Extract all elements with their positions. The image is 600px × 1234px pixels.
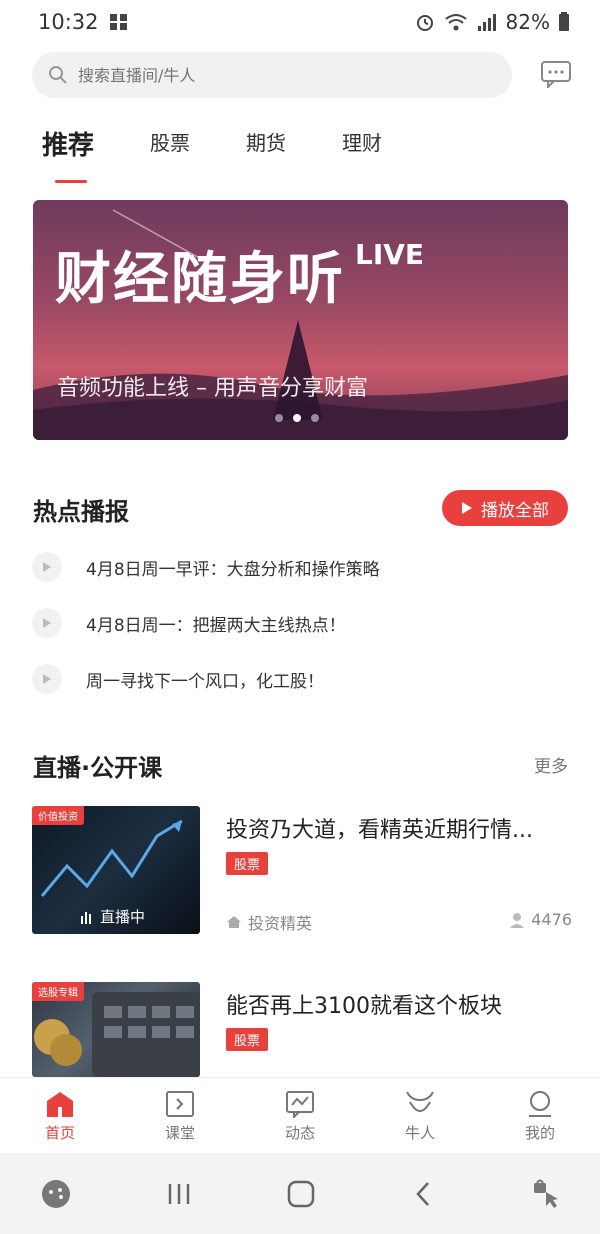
tab-futures[interactable]: 期货 (246, 127, 286, 156)
touch-lock-icon (534, 1179, 558, 1208)
banner-pagination (275, 414, 319, 422)
author-name: 投资精英 (248, 914, 313, 933)
live-section-title: 直播·公开课 (33, 754, 163, 782)
accessibility-button[interactable] (516, 1172, 576, 1216)
search-row (32, 50, 572, 100)
nav-label: 动态 (284, 1123, 315, 1142)
live-bars-icon (81, 911, 91, 924)
play-icon (43, 674, 51, 684)
thumbnail-tag: 价值投资 (32, 806, 84, 825)
news-play-button[interactable] (32, 608, 62, 638)
nav-feed[interactable]: 动态 (250, 1090, 350, 1143)
notification-icon (109, 14, 127, 30)
back-button[interactable] (394, 1172, 454, 1216)
banner-title: 财经随身听 (55, 247, 345, 312)
course-title: 能否再上3100就看这个板块 (226, 994, 502, 1019)
news-text: 4月8日周一早评：大盘分析和操作策略 (86, 559, 380, 580)
wifi-icon (444, 14, 467, 31)
more-link[interactable]: 更多 (534, 752, 568, 777)
nav-label: 我的 (524, 1123, 555, 1142)
course-thumbnail[interactable]: 价值投资 直播中 (32, 806, 200, 934)
news-text: 4月8日周一：把握两大主线热点！ (86, 615, 346, 636)
thumbnail-tag: 选股专辑 (32, 982, 84, 1001)
viewer-count: 4476 (531, 910, 572, 929)
nav-label: 首页 (44, 1123, 75, 1142)
news-item[interactable]: 周一寻找下一个风口，化工股！ (32, 664, 324, 694)
banner-dot (275, 414, 283, 422)
nav-profile[interactable]: 我的 (490, 1090, 590, 1143)
profile-icon (529, 1090, 551, 1117)
home-square-icon (287, 1180, 315, 1207)
tab-recommend[interactable]: 推荐 (42, 125, 94, 162)
banner-subtitle: 音频功能上线 – 用声音分享财富 (57, 376, 368, 401)
classroom-icon (166, 1090, 194, 1117)
news-item[interactable]: 4月8日周一：把握两大主线热点！ (32, 608, 346, 638)
system-nav-bar (0, 1153, 600, 1234)
banner-dot-active (293, 414, 301, 422)
alarm-icon (416, 15, 433, 31)
search-input[interactable] (76, 64, 480, 86)
category-tabs: 推荐 股票 期货 理财 (42, 125, 438, 162)
signal-icon (477, 14, 496, 31)
course-thumbnail[interactable]: 选股专辑 (32, 982, 200, 1077)
tab-stocks[interactable]: 股票 (150, 127, 190, 156)
feed-icon (286, 1090, 314, 1118)
search-box[interactable] (32, 52, 512, 98)
promo-banner[interactable]: 财经随身听 LIVE 音频功能上线 – 用声音分享财富 (33, 200, 568, 440)
hot-news-title: 热点播报 (33, 498, 129, 526)
search-icon (49, 66, 67, 84)
course-category-badge: 股票 (226, 852, 269, 875)
news-play-button[interactable] (32, 552, 62, 582)
message-icon[interactable] (540, 60, 572, 88)
nav-home[interactable]: 首页 (10, 1090, 110, 1143)
bull-icon (406, 1091, 434, 1112)
bottom-nav: 首页 课堂 动态 牛人 我的 (0, 1077, 600, 1154)
news-text: 周一寻找下一个风口，化工股！ (86, 671, 324, 692)
nav-label: 课堂 (164, 1123, 195, 1142)
play-icon (462, 502, 472, 514)
recent-apps-icon (168, 1183, 189, 1204)
play-icon (43, 618, 51, 628)
live-label: 直播中 (100, 908, 146, 926)
play-icon (43, 562, 51, 572)
battery-icon (559, 12, 569, 31)
course-viewers: 4476 (509, 910, 572, 929)
course-category-badge: 股票 (226, 1028, 269, 1051)
news-item[interactable]: 4月8日周一早评：大盘分析和操作策略 (32, 552, 380, 582)
play-all-button[interactable]: 播放全部 (442, 490, 568, 526)
course-card[interactable]: 价值投资 直播中 投资乃大道，看精英近期行情... 股票 投资精英 4476 (32, 806, 572, 936)
game-launcher-button[interactable] (26, 1172, 86, 1216)
live-indicator: 直播中 (80, 906, 145, 927)
nav-experts[interactable]: 牛人 (370, 1090, 470, 1143)
user-icon (510, 912, 525, 928)
status-bar: 10:32 82% (0, 0, 600, 44)
nav-label: 牛人 (404, 1123, 435, 1142)
tab-finance[interactable]: 理财 (342, 127, 382, 156)
home-icon (47, 1091, 73, 1117)
banner-title-suffix: LIVE (355, 238, 425, 271)
active-tab-indicator (55, 180, 87, 183)
status-time: 10:32 (38, 10, 99, 34)
battery-percent: 82% (505, 10, 550, 34)
recent-apps-button[interactable] (149, 1172, 209, 1216)
home-button[interactable] (271, 1172, 331, 1216)
game-icon (42, 1179, 70, 1208)
news-play-button[interactable] (32, 664, 62, 694)
back-chevron-icon (415, 1181, 429, 1206)
course-title: 投资乃大道，看精英近期行情... (226, 818, 533, 843)
play-all-label: 播放全部 (481, 500, 549, 521)
nav-classroom[interactable]: 课堂 (130, 1090, 230, 1143)
home-icon (227, 916, 241, 928)
course-author: 投资精英 (226, 910, 312, 934)
banner-dot (311, 414, 319, 422)
